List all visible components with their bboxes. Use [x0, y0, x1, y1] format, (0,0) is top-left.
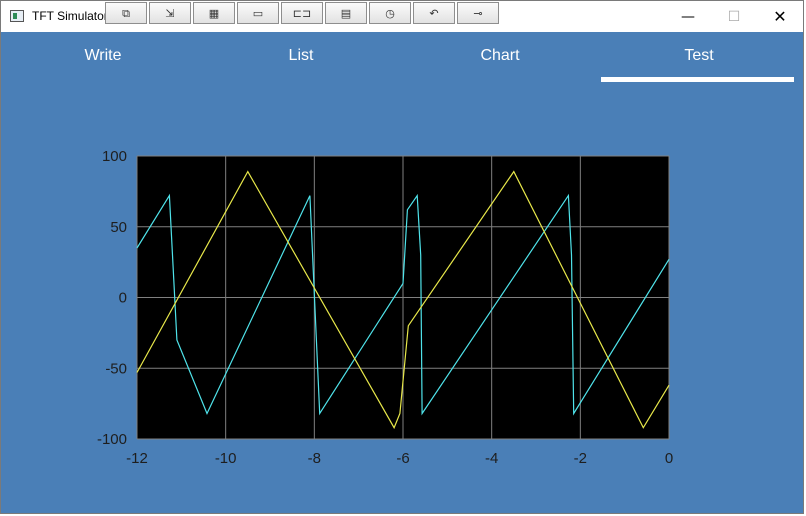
maximize-icon: ☐: [727, 8, 741, 25]
minimize-icon: —: [681, 8, 695, 25]
keyboard-icon: ▤: [340, 6, 352, 20]
grid-icon: ▦: [208, 6, 220, 20]
toolbar-button-clock[interactable]: ◷: [369, 2, 411, 24]
y-tick-label: 50: [110, 219, 127, 236]
x-tick-label: 0: [665, 450, 673, 467]
toolbar-button-grid[interactable]: ▦: [193, 2, 235, 24]
close-button[interactable]: ✕: [757, 1, 803, 32]
window-title: TFT Simulator: [32, 9, 108, 23]
tab-test[interactable]: Test: [599, 47, 799, 65]
toolbar-button-undo[interactable]: ↶: [413, 2, 455, 24]
x-tick-label: -6: [396, 450, 409, 467]
y-tick-label: -50: [105, 360, 127, 377]
maximize-button[interactable]: ☐: [711, 1, 757, 32]
toolbar-button-import[interactable]: ⇲: [149, 2, 191, 24]
toolbar: ⧉ ⇲ ▦ ▭ ⊏⊐ ▤ ◷ ↶ ⊸: [105, 2, 501, 26]
toolbar-button-window[interactable]: ▭: [237, 2, 279, 24]
toolbar-button-plug[interactable]: ⊸: [457, 2, 499, 24]
tab-list[interactable]: List: [201, 47, 401, 65]
x-tick-label: -10: [215, 450, 237, 467]
toolbar-button-keyboard[interactable]: ▤: [325, 2, 367, 24]
x-tick-label: -4: [485, 450, 498, 467]
plug-icon: ⊸: [473, 6, 483, 20]
app-icon: [10, 10, 24, 22]
x-tick-label: -12: [126, 450, 148, 467]
window-icon: ▭: [252, 6, 264, 20]
x-tick-label: -2: [574, 450, 587, 467]
toolbar-button-connector[interactable]: ⊏⊐: [281, 2, 323, 24]
y-tick-label: 0: [119, 290, 127, 307]
active-tab-indicator: [601, 77, 794, 82]
title-bar[interactable]: TFT Simulator ⧉ ⇲ ▦ ▭ ⊏⊐ ▤ ◷ ↶ ⊸ — ☐ ✕: [1, 1, 803, 32]
tab-chart[interactable]: Chart: [400, 47, 600, 65]
import-icon: ⇲: [165, 6, 175, 20]
clock-icon: ◷: [385, 6, 395, 20]
app-window: TFT Simulator ⧉ ⇲ ▦ ▭ ⊏⊐ ▤ ◷ ↶ ⊸ — ☐ ✕ W…: [0, 0, 804, 514]
y-axis: 100 50 0 -50 -100: [97, 148, 127, 448]
y-tick-label: 100: [102, 148, 127, 165]
connector-icon: ⊏⊐: [292, 6, 312, 20]
copy-screen-icon: ⧉: [122, 6, 130, 20]
y-tick-label: -100: [97, 431, 127, 448]
undo-arrow-icon: ↶: [429, 6, 439, 20]
tab-write[interactable]: Write: [3, 47, 203, 65]
x-axis: -12 -10 -8 -6 -4 -2 0: [126, 450, 673, 467]
line-chart: 100 50 0 -50 -100 -12 -10 -8 -6 -4 -2 0: [97, 148, 673, 467]
minimize-button[interactable]: —: [665, 1, 711, 32]
toolbar-button-copy-screen[interactable]: ⧉: [105, 2, 147, 24]
close-icon: ✕: [773, 7, 787, 26]
x-tick-label: -8: [308, 450, 321, 467]
